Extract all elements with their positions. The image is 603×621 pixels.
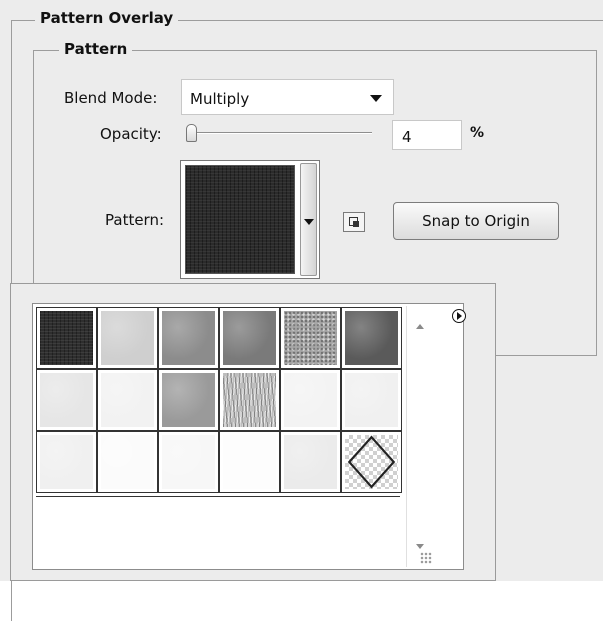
blend-mode-select[interactable]: Multiply: [181, 79, 394, 115]
pattern-label: Pattern:: [105, 211, 165, 229]
blend-mode-value: Multiply: [190, 90, 250, 108]
swatch-fill: [101, 435, 154, 489]
swatch-fill: [345, 373, 398, 427]
swatch-fill: [284, 373, 337, 427]
swatch-white-1[interactable]: [97, 431, 158, 493]
swatch-fill: [284, 311, 337, 365]
chevron-down-icon: [370, 95, 382, 102]
swatch-dark-fabric[interactable]: [36, 307, 97, 369]
pattern-overlay-dialog: Pattern Overlay Pattern Blend Mode: Mult…: [0, 0, 603, 621]
new-preset-icon: [349, 217, 359, 227]
swatch-pale-5[interactable]: [36, 431, 97, 493]
swatch-dark-gray[interactable]: [341, 307, 402, 369]
swatch-scrollbar[interactable]: [406, 306, 435, 567]
swatch-granite[interactable]: [280, 307, 341, 369]
pattern-preview[interactable]: [185, 165, 295, 274]
blend-mode-label: Blend Mode:: [64, 89, 158, 107]
pattern-dropdown-arrow-icon[interactable]: [304, 219, 314, 225]
pattern-picker-popup: [10, 283, 496, 581]
swatch-light-gray[interactable]: [97, 307, 158, 369]
swatch-fill: [162, 311, 215, 365]
diamond-shape: [347, 435, 396, 489]
pattern-overlay-title: Pattern Overlay: [35, 9, 179, 27]
swatch-pale-4[interactable]: [341, 369, 402, 431]
swatch-mid-gray-3[interactable]: [158, 369, 219, 431]
opacity-slider-thumb[interactable]: [186, 124, 197, 142]
swatch-transparent-diamond[interactable]: [341, 431, 402, 493]
swatch-fill: [223, 435, 276, 489]
swatch-fill: [162, 373, 215, 427]
swatch-mid-gray-1[interactable]: [158, 307, 219, 369]
swatch-wood-grain[interactable]: [219, 369, 280, 431]
swatch-fill: [40, 435, 93, 489]
swatch-white-2[interactable]: [158, 431, 219, 493]
swatch-pale-3[interactable]: [280, 369, 341, 431]
pattern-group-title: Pattern: [59, 40, 133, 58]
snap-to-origin-button[interactable]: Snap to Origin: [393, 202, 559, 240]
panel-menu-arrow-icon[interactable]: [452, 309, 466, 323]
new-preset-button[interactable]: [343, 212, 365, 232]
opacity-label: Opacity:: [100, 125, 162, 143]
pattern-picker[interactable]: [180, 160, 320, 279]
opacity-unit: %: [470, 125, 485, 141]
swatch-fill: [345, 435, 398, 489]
swatch-fill: [162, 435, 215, 489]
swatch-pale-6[interactable]: [280, 431, 341, 493]
resize-grip-icon[interactable]: [420, 552, 432, 564]
swatch-fill: [40, 373, 93, 427]
swatch-fill: [223, 311, 276, 365]
swatch-pale-2[interactable]: [97, 369, 158, 431]
swatch-pale-1[interactable]: [36, 369, 97, 431]
opacity-slider-track[interactable]: [192, 132, 372, 134]
opacity-value: 4: [402, 128, 412, 146]
swatch-fill: [101, 311, 154, 365]
swatch-fill: [284, 435, 337, 489]
swatch-fill: [101, 373, 154, 427]
swatch-white-3[interactable]: [219, 431, 280, 493]
grid-divider: [36, 496, 400, 497]
swatch-fill: [40, 311, 93, 365]
swatch-fill: [223, 373, 276, 427]
swatch-mid-gray-2[interactable]: [219, 307, 280, 369]
pattern-swatch-grid: [32, 303, 464, 570]
scroll-up-icon[interactable]: [416, 324, 424, 329]
swatch-fill: [345, 311, 398, 365]
scroll-down-icon[interactable]: [416, 544, 424, 549]
opacity-input[interactable]: 4: [392, 120, 462, 150]
